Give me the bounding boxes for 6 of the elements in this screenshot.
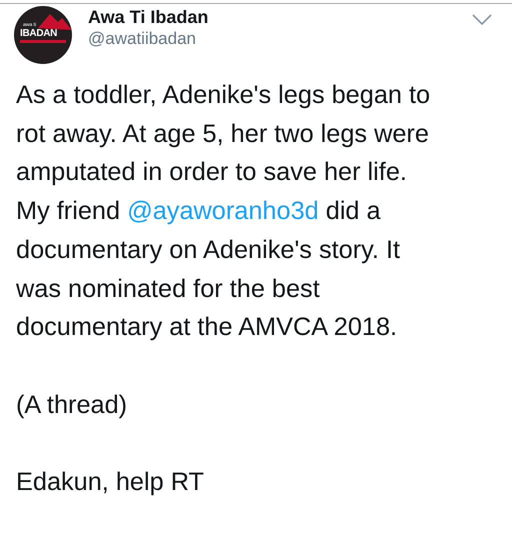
tweet-text: (A thread) bbox=[16, 390, 128, 421]
tweet-text: Edakun, help RT bbox=[16, 467, 205, 498]
display-name: Awa Ti Ibadan bbox=[88, 6, 210, 28]
user-handle: @awatiibadan bbox=[88, 28, 197, 50]
tweet-text: As a toddler, Adenike's legs began to rot away. At age 5, her two legs were amputated in order to save her life. My friend @ayaworanho3d did a documentary on Adenike's story. It was nominated for the best documentary at the AMVCA 2018. bbox=[16, 80, 432, 344]
chevron-down-icon[interactable] bbox=[472, 14, 492, 25]
